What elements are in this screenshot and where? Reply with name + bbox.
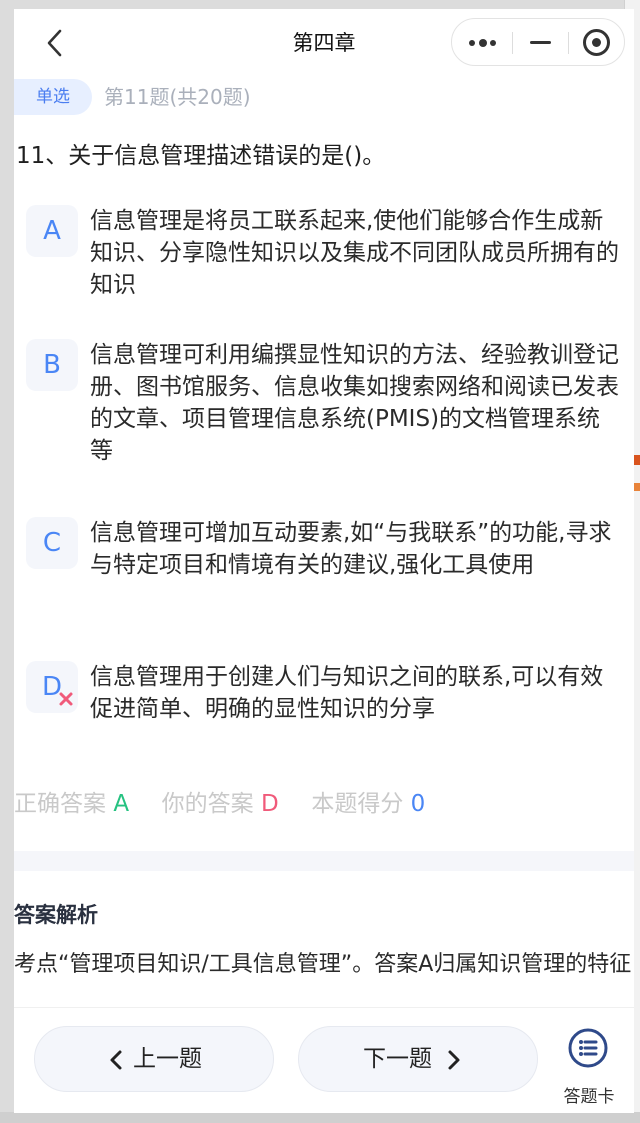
question-progress: 第11题(共20题) — [104, 85, 251, 109]
score-label: 本题得分 — [311, 791, 404, 817]
analysis-title: 答案解析 — [14, 903, 98, 927]
chevron-right-icon — [448, 1050, 460, 1070]
option-letter: C — [26, 517, 78, 569]
answer-summary: 正确答案 A 你的答案 D 本题得分 0 — [14, 787, 425, 821]
option-c[interactable]: C 信息管理可增加互动要素,如“与我联系”的功能,寻求与特定项目和情境有关的建议… — [26, 517, 626, 627]
prev-question-label: 上一题 — [133, 1046, 202, 1072]
your-answer-value: D — [260, 791, 279, 817]
target-close-icon[interactable] — [568, 19, 624, 65]
minimize-icon[interactable] — [512, 19, 568, 65]
answer-card-button[interactable]: 答题卡 — [554, 1024, 624, 1110]
chevron-left-icon — [110, 1050, 122, 1070]
question-type-badge: 单选 — [14, 79, 92, 115]
list-circle-icon — [568, 1028, 608, 1068]
wrong-x-icon — [59, 692, 73, 706]
correct-answer-value: A — [113, 791, 130, 817]
prev-question-button[interactable]: 上一题 — [34, 1026, 274, 1092]
next-question-label: 下一题 — [363, 1046, 432, 1072]
option-b[interactable]: B 信息管理可利用编撰显性知识的方法、经验教训登记册、图书馆服务、信息收集如搜索… — [26, 339, 626, 489]
score-value: 0 — [410, 791, 426, 817]
option-a[interactable]: A 信息管理是将员工联系起来,使他们能够合作生成新知识、分享隐性知识以及集成不同… — [26, 205, 626, 315]
capsule-menu — [451, 18, 625, 66]
option-text: 信息管理是将员工联系起来,使他们能够合作生成新知识、分享隐性知识以及集成不同团队… — [90, 208, 619, 298]
option-text: 信息管理可利用编撰显性知识的方法、经验教训登记册、图书馆服务、信息收集如搜索网络… — [90, 342, 619, 464]
correct-answer-label: 正确答案 — [14, 791, 106, 817]
answer-card-label: 答题卡 — [563, 1087, 615, 1107]
next-question-button[interactable]: 下一题 — [298, 1026, 538, 1092]
option-letter: A — [26, 205, 78, 257]
question-text: 11、关于信息管理描述错误的是()。 — [16, 143, 386, 169]
nav-bar: 第四章 — [14, 9, 634, 75]
option-d[interactable]: D 信息管理用于创建人们与知识之间的联系,可以有效促进简单、明确的显性知识的分享 — [26, 661, 626, 741]
more-dots-icon[interactable] — [452, 19, 512, 65]
analysis-text: 考点“管理项目知识/工具信息管理”。答案A归属知识管理的特征 — [14, 952, 632, 977]
option-text: 信息管理用于创建人们与知识之间的联系,可以有效促进简单、明确的显性知识的分享 — [90, 664, 604, 722]
background-taskbar-edge — [0, 1112, 640, 1123]
section-divider — [14, 851, 634, 871]
option-text: 信息管理可增加互动要素,如“与我联系”的功能,寻求与特定项目和情境有关的建议,强… — [90, 520, 612, 578]
your-answer-label: 你的答案 — [161, 791, 254, 817]
bottom-bar: 上一题 下一题 答题卡 — [14, 1007, 634, 1113]
mini-program-window: 第四章 单选 第11题(共20题) 11、关于信息管理描述错误的是()。 A 信… — [14, 9, 634, 1113]
option-letter: B — [26, 339, 78, 391]
